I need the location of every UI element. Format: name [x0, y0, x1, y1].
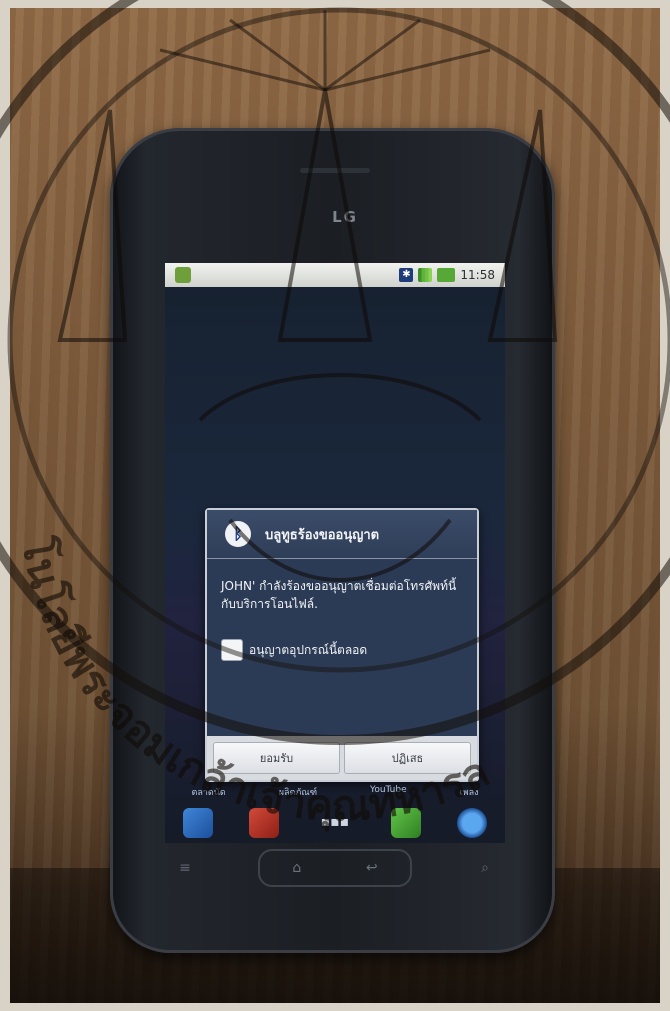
home-app-labels: ตลาดนัด ผลิตภัณฑ์ YouTube เพลง — [165, 785, 505, 799]
dialog-header: ᛒ บลูทูธร้องขออนุญาต — [207, 510, 477, 559]
decline-button[interactable]: ปฏิเสธ — [344, 742, 471, 774]
bluetooth-icon: ✱ — [399, 268, 414, 282]
battery-icon — [437, 268, 456, 282]
hardware-keys: ≡ ⌂ ↩ ⌕ — [170, 848, 500, 888]
bluetooth-permission-dialog: ᛒ บลูทูธร้องขออนุญาต JOHN' กำลังร้องขออน… — [205, 508, 479, 782]
apps-icon[interactable]: ▪▪▪ — [315, 814, 355, 832]
notification-icon — [175, 267, 191, 283]
brand-logo: LG — [332, 208, 358, 226]
bluetooth-icon: ᛒ — [225, 521, 251, 547]
smartphone: LG ✱ 11:58 ᛒ บลูทูธร้องขออนุญาต JOHN' กำ… — [110, 128, 555, 953]
status-time: 11:58 — [460, 268, 495, 282]
always-allow-label: อนุญาตอุปกรณ์นี้ตลอด — [249, 642, 368, 657]
dialog-message: JOHN' กำลังร้องขออนุญาตเชื่อมต่อโทรศัพท์… — [221, 579, 457, 611]
home-icon[interactable]: ⌂ — [292, 860, 301, 876]
browser-icon[interactable] — [457, 808, 487, 838]
dialog-buttons: ยอมรับ ปฏิเสธ — [207, 736, 477, 780]
phone-icon[interactable] — [183, 808, 213, 838]
menu-icon[interactable]: ≡ — [170, 858, 200, 878]
photo-background: LG ✱ 11:58 ᛒ บลูทูธร้องขออนุญาต JOHN' กำ… — [10, 8, 660, 1003]
app-label[interactable]: ตลาดนัด — [191, 785, 225, 799]
search-icon[interactable]: ⌕ — [470, 858, 500, 878]
always-allow-checkbox[interactable] — [221, 639, 243, 661]
app-label[interactable]: ผลิตภัณฑ์ — [279, 785, 317, 799]
home-key-cluster[interactable]: ⌂ ↩ — [258, 849, 412, 887]
phone-screen: ✱ 11:58 ᛒ บลูทูธร้องขออนุญาต JOHN' กำลัง… — [165, 263, 505, 843]
app-dock: ▪▪▪ — [165, 808, 505, 838]
back-icon[interactable]: ↩ — [366, 860, 378, 876]
signal-icon — [418, 268, 433, 282]
accept-button[interactable]: ยอมรับ — [213, 742, 340, 774]
status-bar: ✱ 11:58 — [165, 263, 505, 287]
app-label[interactable]: YouTube — [370, 785, 407, 799]
contacts-icon[interactable] — [249, 808, 279, 838]
app-label[interactable]: เพลง — [460, 785, 479, 799]
messaging-icon[interactable] — [391, 808, 421, 838]
always-allow-row[interactable]: อนุญาตอุปกรณ์นี้ตลอด — [207, 621, 477, 679]
earpiece-speaker — [300, 168, 370, 173]
dialog-title: บลูทูธร้องขออนุญาต — [265, 527, 380, 543]
